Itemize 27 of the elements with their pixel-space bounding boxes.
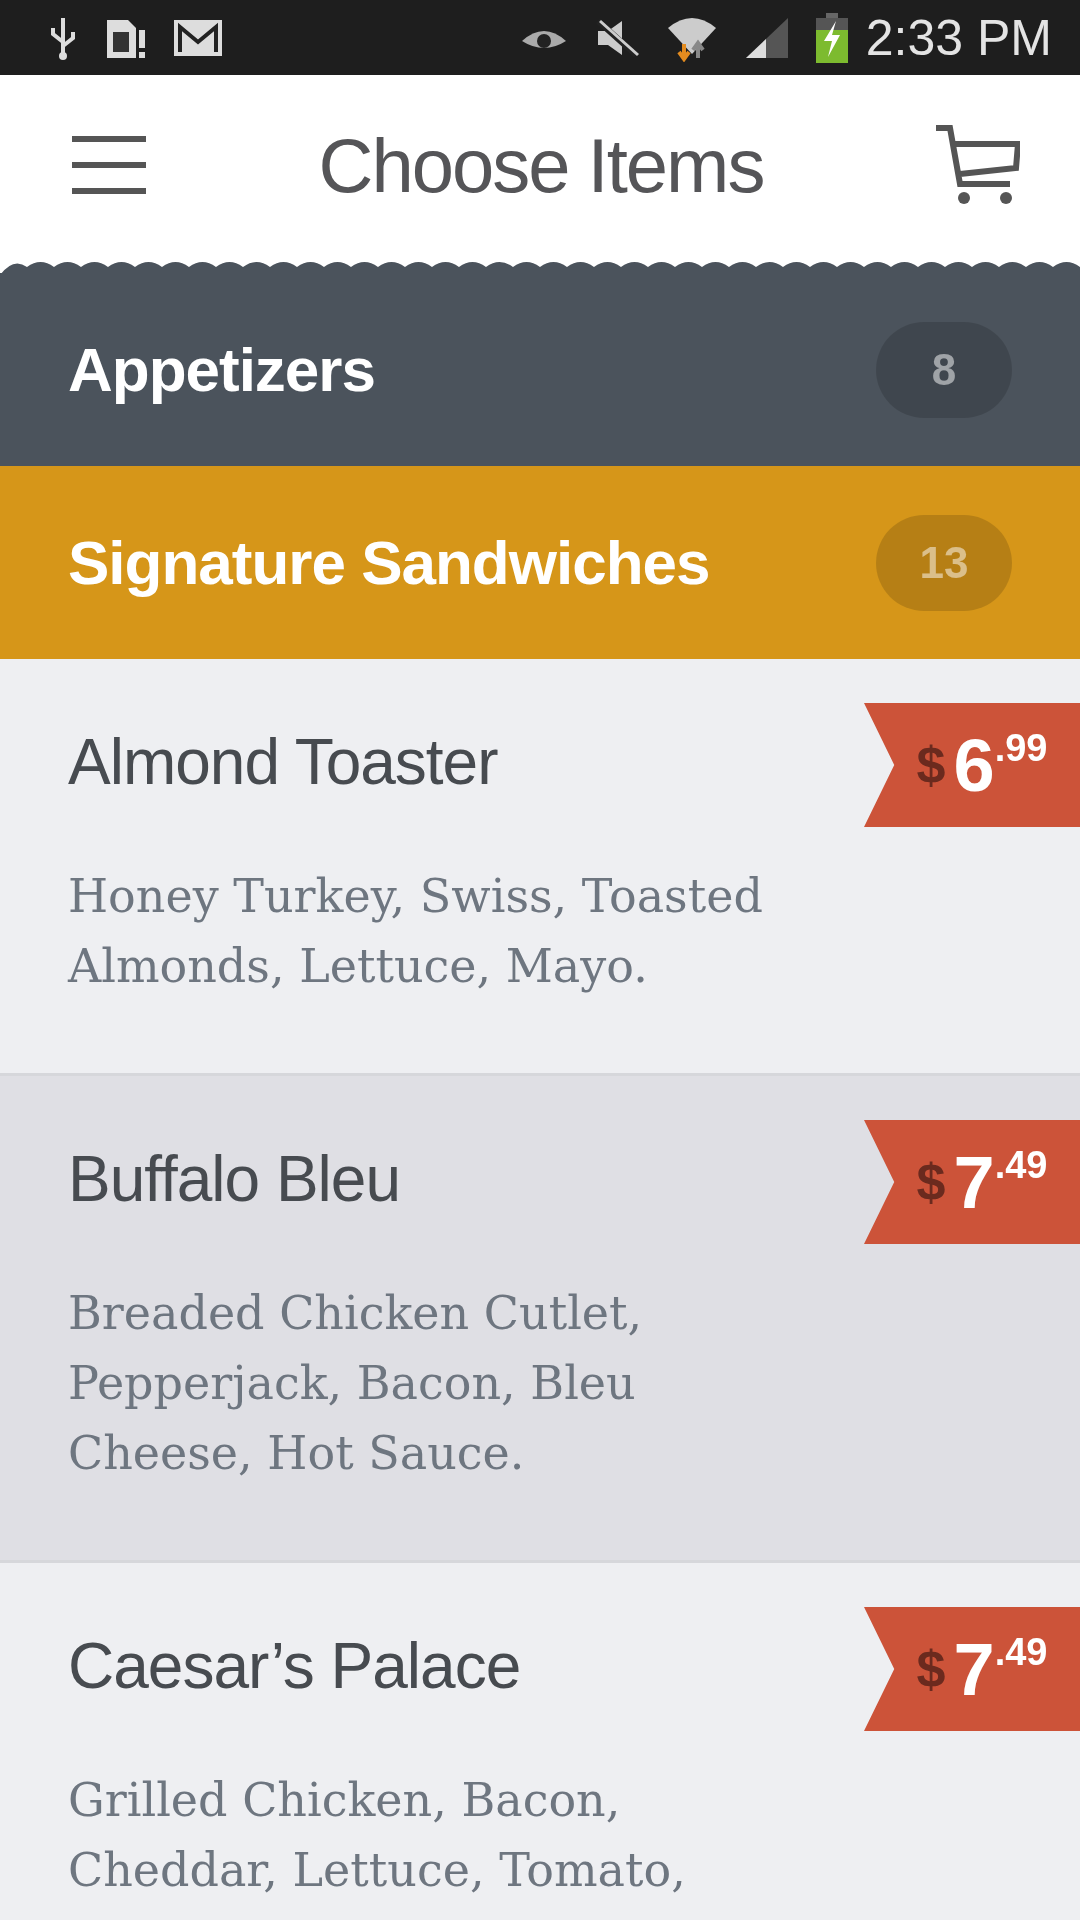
category-row[interactable]: Appetizers 8 <box>0 273 1080 466</box>
menu-button[interactable] <box>70 135 148 195</box>
item-description: Grilled Chicken, Bacon, Cheddar, Lettuce, Tomato, <box>68 1772 687 1899</box>
currency-symbol: $ <box>916 735 946 795</box>
price-cents: .49 <box>994 1631 1048 1674</box>
price-cents: .99 <box>994 727 1048 770</box>
item-name: Caesar’s Palace <box>68 1629 521 1703</box>
price-dollars: 7 <box>953 1139 995 1225</box>
currency-symbol: $ <box>916 1639 946 1699</box>
screen-title: Choose Items <box>318 121 764 209</box>
price-dollars: 7 <box>953 1626 995 1712</box>
usb-icon <box>48 15 78 60</box>
category-name: Signature Sandwiches <box>68 527 710 598</box>
item-description: Honey Turkey, Swiss, Toasted Almonds, Lettuce, Mayo. <box>68 868 764 995</box>
count-badge: 13 <box>876 514 1012 611</box>
currency-symbol: $ <box>916 1152 946 1212</box>
mail-icon <box>174 19 222 56</box>
count-badge: 8 <box>876 321 1012 418</box>
battery-icon <box>815 12 848 63</box>
status-time: 2:33 PM <box>865 8 1052 67</box>
menu-icon <box>70 135 148 195</box>
item-name: Almond Toaster <box>68 725 498 799</box>
price-dollars: 6 <box>953 722 995 808</box>
item-description: Breaded Chicken Cutlet, Pepperjack, Bacon, Bleu Cheese, Hot Sauce. <box>68 1285 644 1482</box>
category-name: Appetizers <box>68 334 375 405</box>
price-cents: .49 <box>994 1144 1048 1187</box>
item-name: Buffalo Bleu <box>68 1142 400 1216</box>
